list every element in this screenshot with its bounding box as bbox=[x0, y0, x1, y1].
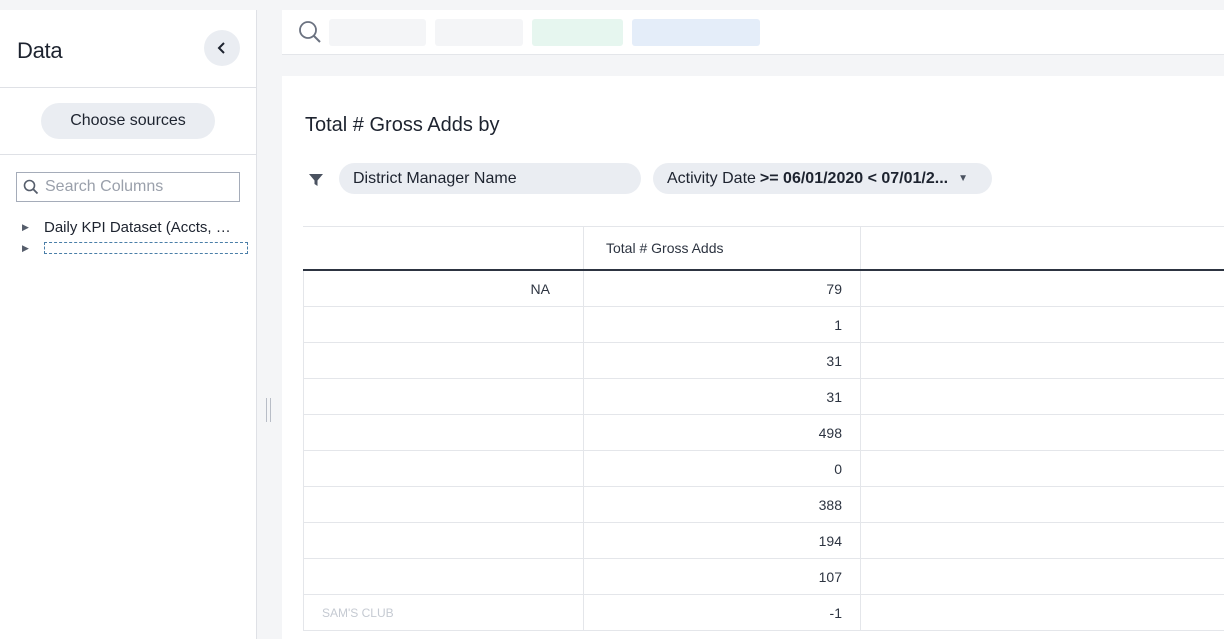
filter-chip-activity-date[interactable]: Activity Date >= 06/01/2020 < 07/01/2...… bbox=[653, 163, 992, 194]
cell-name bbox=[303, 487, 584, 522]
divider bbox=[0, 154, 257, 155]
top-strip bbox=[0, 0, 1224, 10]
cell-value: 1 bbox=[584, 307, 861, 342]
cell-value: 194 bbox=[584, 523, 861, 558]
sidebar-title: Data bbox=[17, 38, 63, 63]
cell-value: 0 bbox=[584, 451, 861, 486]
data-sidebar: Data Choose sources ▶ Daily KPI Dataset … bbox=[0, 10, 257, 639]
table-row[interactable]: NA 79 bbox=[303, 271, 1224, 307]
divider bbox=[0, 87, 257, 88]
collapse-sidebar-button[interactable] bbox=[204, 30, 240, 66]
cell-name bbox=[303, 307, 584, 342]
cell-value: -1 bbox=[584, 595, 861, 630]
cell-empty bbox=[861, 343, 1224, 378]
cell-name: SAM'S CLUB bbox=[303, 595, 584, 630]
panel-resize-handle[interactable] bbox=[264, 398, 272, 422]
answer-title: Total # Gross Adds by bbox=[305, 114, 500, 136]
filter-name: Activity Date bbox=[667, 169, 756, 187]
search-icon bbox=[298, 20, 322, 49]
cell-value: 79 bbox=[584, 271, 861, 306]
cell-value: 498 bbox=[584, 415, 861, 450]
cell-empty bbox=[861, 595, 1224, 630]
search-token[interactable] bbox=[435, 19, 523, 46]
cell-value: 31 bbox=[584, 379, 861, 414]
chevron-left-icon bbox=[217, 42, 225, 54]
table-row[interactable]: 31 bbox=[303, 379, 1224, 415]
cell-name bbox=[303, 523, 584, 558]
filter-chip-district-manager[interactable]: District Manager Name bbox=[339, 163, 641, 194]
cell-empty bbox=[861, 271, 1224, 306]
tree-item-dataset[interactable]: ▶ Daily KPI Dataset (Accts, … bbox=[22, 217, 248, 237]
search-columns-input[interactable] bbox=[45, 178, 235, 196]
cell-empty bbox=[861, 523, 1224, 558]
cell-empty bbox=[861, 451, 1224, 486]
expand-caret-icon[interactable]: ▶ bbox=[22, 222, 36, 233]
table-row[interactable]: 31 bbox=[303, 343, 1224, 379]
table-row[interactable]: 1 bbox=[303, 307, 1224, 343]
cell-value: 388 bbox=[584, 487, 861, 522]
cell-name bbox=[303, 559, 584, 594]
dropdown-arrow-icon: ▼ bbox=[958, 173, 968, 184]
tree-item-label: Daily KPI Dataset (Accts, … bbox=[44, 218, 231, 236]
search-columns-field[interactable] bbox=[16, 172, 240, 202]
cell-value: 31 bbox=[584, 343, 861, 378]
search-icon bbox=[19, 179, 43, 195]
cell-name bbox=[303, 343, 584, 378]
cell-name bbox=[303, 379, 584, 414]
table-row[interactable]: SAM'S CLUB -1 bbox=[303, 595, 1224, 631]
results-table: Total # Gross Adds NA 79 1 31 31 498 0 388 194 10… bbox=[303, 226, 1224, 631]
table-row[interactable]: 107 bbox=[303, 559, 1224, 595]
filter-value: >= 06/01/2020 < 07/01/2... bbox=[759, 169, 949, 187]
tree-item-label bbox=[44, 242, 248, 254]
cell-name bbox=[303, 415, 584, 450]
filter-name: District Manager Name bbox=[353, 169, 517, 187]
cell-empty bbox=[861, 379, 1224, 414]
cell-empty bbox=[861, 559, 1224, 594]
cell-empty bbox=[861, 415, 1224, 450]
search-token[interactable] bbox=[329, 19, 426, 46]
table-body: NA 79 1 31 31 498 0 388 194 107 SAM'S CLUB -1 bbox=[303, 271, 1224, 631]
answer-panel: Total # Gross Adds by District Manager N… bbox=[282, 76, 1224, 639]
table-header: Total # Gross Adds bbox=[303, 227, 1224, 271]
search-bar[interactable] bbox=[282, 10, 1224, 55]
choose-sources-button[interactable]: Choose sources bbox=[41, 103, 215, 139]
filter-icon bbox=[308, 172, 324, 193]
column-header bbox=[861, 227, 1224, 269]
cell-empty bbox=[861, 307, 1224, 342]
column-header[interactable]: Total # Gross Adds bbox=[584, 227, 861, 269]
table-row[interactable]: 194 bbox=[303, 523, 1224, 559]
cell-value: 107 bbox=[584, 559, 861, 594]
cell-name bbox=[303, 451, 584, 486]
search-token[interactable] bbox=[532, 19, 623, 46]
cell-empty bbox=[861, 487, 1224, 522]
table-row[interactable]: 388 bbox=[303, 487, 1224, 523]
expand-caret-icon[interactable]: ▶ bbox=[22, 243, 36, 254]
table-row[interactable]: 0 bbox=[303, 451, 1224, 487]
search-token[interactable] bbox=[632, 19, 760, 46]
cell-name: NA bbox=[303, 271, 584, 306]
tree-item-selected[interactable]: ▶ bbox=[22, 238, 248, 258]
column-header[interactable] bbox=[303, 227, 584, 269]
table-row[interactable]: 498 bbox=[303, 415, 1224, 451]
